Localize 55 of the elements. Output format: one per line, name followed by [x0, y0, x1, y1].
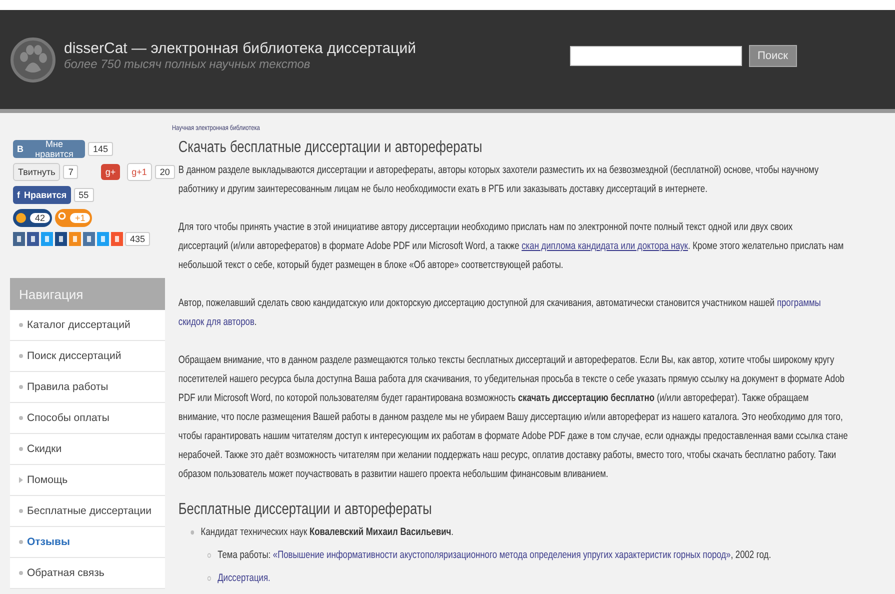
link[interactable]: программы [776, 297, 821, 309]
share-icon[interactable] [83, 232, 95, 246]
search-field[interactable] [570, 46, 742, 66]
share-icon[interactable] [13, 232, 25, 246]
list-item: Кандидат технических наук Ковалевский Михаил Васильевич. [200, 525, 454, 540]
nav-item[interactable]: Помощь [10, 465, 165, 496]
bullet-icon [18, 446, 24, 452]
bullet-icon [18, 384, 24, 390]
bullet-icon [190, 530, 194, 535]
paragraph: Обращаем внимание, что в данном разделе размещаются только тексты бесплатных диссертаций и авторефератов. Если Вы, как автор, хотите чтобы широкому кругу посетителей нашего ресурса была доступна Ваша работа для скачивания, то убедительная просьба в тексте о себе указать прямую ссылку на документ в формате Adob PDF или Microsoft Word, по которой пользователям будет гарантирована возможность скачать диссертацию бесплатно (и/или автореферат). Также обращаем внимание, что после размещения Вашей работы в данном разделе мы не убираем Вашу диссертацию и/или автореферат из нашего каталога. Это необходимо для того, чтобы гарантировать нашим читателям доступ к интересующим их работам в формате Adobe PDF даже в том случае, если однажды предоставленная вами ссылка стане нерабочей. Также это даёт возможность читателям при желании поддержать наш ресурс, оплатив доставку работы, вместо того, чтобы скачать бесплатно работу. Таки образом пользователь может поучаствовать в развитии нашего проекта небольшим финансовым вливанием. [178, 353, 849, 482]
bullet-icon [18, 570, 24, 576]
bullet-icon [18, 322, 24, 328]
nav-item[interactable]: Обратная связь [10, 558, 165, 589]
vk-like-button[interactable]: В Мне нравится [13, 140, 85, 158]
nav-item[interactable]: Поиск диссертаций [10, 341, 165, 372]
like-count: 55 [74, 188, 94, 202]
list-item: Тема работы: «Повышение информативности акустополяризационного метода определения упругих характеристик горных пород», 2002 год. [218, 548, 772, 563]
link[interactable]: скидок для авторов [178, 316, 254, 328]
link[interactable]: скан диплома кандидата или доктора наук [522, 240, 688, 252]
paragraph: В данном разделе выкладываются диссертации и авторефераты, авторы которых захотели разместить их на безвозмездной (бесплатной) основе, чтобы научному работнику и другим заинтересованным лицам не было необходимости ехать в РГБ или заказывать доставку диссертаций в интернете. [178, 163, 820, 197]
plus-one-count: 20 [154, 165, 175, 179]
plus-one-button[interactable]: g+1 [126, 163, 152, 181]
gplus-logo: g+ [101, 164, 120, 180]
nav-header: Навигация [10, 278, 165, 310]
nav-item[interactable]: Способы оплаты [10, 403, 165, 434]
bullet-icon [18, 508, 24, 514]
facebook-like-button[interactable]: f Нравится [13, 186, 71, 204]
bullet-icon [18, 415, 24, 421]
share-icon[interactable] [27, 232, 39, 246]
section-title: Бесплатные диссертации и авторефераты [178, 501, 433, 519]
bullet-icon [18, 353, 24, 359]
nav-item[interactable]: Бесплатные диссертации [10, 496, 165, 527]
nav-item[interactable]: Отзывы [10, 527, 165, 558]
bullet-icon [207, 553, 212, 558]
nav-item[interactable]: Правила работы [10, 372, 165, 403]
share-icon[interactable] [111, 232, 123, 246]
share-count: 435 [125, 232, 150, 246]
page-title: Скачать бесплатные диссертации и авторефераты [178, 139, 484, 157]
like-count: 145 [88, 142, 114, 156]
tweet-button[interactable]: Твитнуть [13, 163, 60, 181]
paragraph: Автор, пожелавший сделать свою кандидатскую или докторскую диссертацию доступной для скачивания, автоматически становится участником нашей программы скидок для авторов. [178, 296, 822, 330]
bullet-icon [18, 539, 24, 545]
share-icon[interactable] [55, 232, 67, 246]
nav-item[interactable]: Скидки [10, 434, 165, 465]
site-title: disserCat — электронная библиотека диссертаций [64, 40, 416, 57]
bullet-icon [207, 576, 212, 581]
nav-item[interactable]: Каталог диссертаций [10, 310, 165, 341]
site-subtitle: более 750 тысяч полных научных текстов [64, 57, 312, 71]
link[interactable]: Диссертация. [218, 572, 270, 584]
paragraph: Для того чтобы принять участие в этой инициативе автору диссертации необходимо прислать нам по электронной почте полный текст одной или двух своих диссертаций (и/или авторефератов) в формате Adobe PDF или Microsoft Word, а также скан диплома кандидата или доктора наук. Кроме этого желательно прислать нам небольшой текст о себе, который будет размещен в блоке «Об авторе» соответствующей работы. [178, 220, 845, 273]
triangle-icon [18, 477, 24, 483]
mail-share-button[interactable]: 42 [13, 209, 52, 227]
tweet-count: 7 [63, 165, 78, 179]
link[interactable]: «Повышение информативности акустополяризационного метода определения упругих характеристик горных пород» [272, 549, 731, 561]
paw-logo-icon [10, 36, 56, 82]
